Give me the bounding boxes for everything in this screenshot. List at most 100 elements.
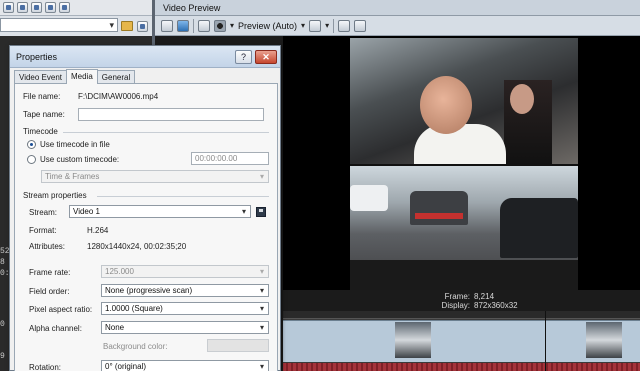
pixel-aspect-label: Pixel aspect ratio:: [29, 305, 93, 314]
attributes-label: Attributes:: [29, 242, 66, 251]
display-value: 872x360x32: [474, 301, 518, 310]
background-color-label: Background color:: [103, 342, 168, 351]
chevron-down-icon: ▾: [259, 267, 264, 276]
stream-dropdown[interactable]: Video 1 ▾: [69, 205, 251, 218]
use-timecode-in-file-label[interactable]: Use timecode in file: [40, 140, 110, 149]
close-button[interactable]: ✕: [255, 50, 277, 64]
use-custom-timecode-label[interactable]: Use custom timecode:: [40, 155, 119, 164]
tab-video-event[interactable]: Video Event: [14, 70, 67, 83]
tape-name-input[interactable]: [78, 108, 264, 121]
chevron-down-icon[interactable]: ▾: [230, 21, 234, 30]
chevron-down-icon: ▾: [259, 362, 264, 371]
chevron-down-icon: ▾: [259, 304, 264, 313]
use-custom-timecode-radio[interactable]: [27, 155, 36, 164]
rotation-label: Rotation:: [29, 363, 62, 371]
use-timecode-in-file-radio[interactable]: [27, 140, 36, 149]
save-stream-icon[interactable]: [256, 207, 266, 217]
dialog-titlebar[interactable]: Properties ? ✕: [10, 46, 280, 68]
chevron-down-icon: ▾: [259, 323, 264, 332]
video-dashboard: [350, 260, 578, 290]
dialog-title: Properties: [16, 52, 58, 62]
timecode-format-value: Time & Frames: [45, 172, 100, 181]
rotation-dropdown[interactable]: 0° (original) ▾: [101, 360, 269, 371]
pixel-aspect-dropdown[interactable]: 1.0000 (Square) ▾: [101, 302, 269, 315]
toolbar-button-5[interactable]: [59, 2, 70, 13]
audio-waveform[interactable]: [283, 363, 640, 371]
help-button[interactable]: ?: [235, 50, 252, 64]
toolbar-button-1[interactable]: [3, 2, 14, 13]
left-toolbar: [0, 0, 152, 16]
external-monitor-icon[interactable]: [177, 19, 189, 32]
path-dropdown[interactable]: [0, 18, 118, 32]
video-car-ahead: [410, 191, 468, 225]
timeline[interactable]: [283, 311, 640, 371]
rotation-value: 0° (original): [105, 362, 146, 371]
group-divider: [63, 132, 269, 133]
tab-bar: Video Event Media General: [14, 69, 136, 84]
use-custom-timecode-row[interactable]: Use custom timecode:: [27, 155, 119, 164]
copy-snapshot-icon[interactable]: [338, 19, 351, 32]
toolbar-separator: [333, 18, 335, 33]
file-name-label: File name:: [23, 92, 61, 101]
timecode-group-title: Timecode: [23, 127, 58, 136]
tape-name-label: Tape name:: [23, 110, 65, 119]
chevron-down-icon[interactable]: ▾: [301, 21, 305, 30]
stream-row: Stream:: [29, 208, 69, 217]
pixel-aspect-value: 1.0000 (Square): [105, 304, 163, 313]
frame-rate-value: 125.000: [105, 267, 134, 276]
media-tab-panel: File name: F:\DCIM\AW0006.mp4 Tape name:…: [14, 83, 278, 371]
video-driver-shirt: [414, 124, 506, 165]
video-preview-toolbar: ▾ Preview (Auto) ▾ ▾: [155, 16, 640, 36]
frame-rate-label: Frame rate:: [29, 268, 71, 277]
timeline-ruler[interactable]: [283, 311, 640, 319]
toolbar-button-4[interactable]: [45, 2, 56, 13]
toolbar-button-3[interactable]: [31, 2, 42, 13]
frame-rate-dropdown[interactable]: 125.000 ▾: [101, 265, 269, 278]
file-name-row: File name: F:\DCIM\AW0006.mp4: [23, 92, 158, 101]
properties-dialog: Properties ? ✕ Video Event Media General…: [9, 45, 281, 371]
stream-value: Video 1: [73, 207, 100, 216]
alpha-channel-row: Alpha channel:: [29, 324, 82, 333]
tab-media[interactable]: Media: [66, 69, 98, 84]
video-car-right: [500, 198, 578, 258]
alpha-channel-dropdown[interactable]: None ▾: [101, 321, 269, 334]
toolbar-separator: [193, 18, 194, 33]
attributes-row: Attributes: 1280x1440x24, 00:02:35;20: [29, 242, 186, 251]
vegas-workspace: 52 8 0: 0 9 Video Preview ▾ Preview (Aut…: [0, 0, 640, 371]
clip-thumbnail[interactable]: [586, 322, 622, 358]
video-passenger-face: [510, 84, 534, 114]
frame-rate-row: Frame rate:: [29, 268, 70, 277]
chevron-down-icon: ▾: [259, 286, 264, 295]
background-color-swatch[interactable]: [207, 339, 269, 352]
tape-name-row: Tape name:: [23, 108, 264, 121]
background-color-row: Background color:: [103, 342, 167, 351]
field-order-dropdown[interactable]: None (progressive scan) ▾: [101, 284, 269, 297]
use-timecode-in-file-row[interactable]: Use timecode in file: [27, 140, 110, 149]
folder-icon[interactable]: [121, 21, 133, 31]
tab-general[interactable]: General: [96, 70, 136, 83]
custom-timecode-input[interactable]: 00:00:00.00: [191, 152, 269, 165]
preview-quality-dropdown[interactable]: Preview (Auto): [238, 21, 297, 31]
chevron-down-icon: ▾: [259, 172, 264, 181]
split-screen-icon[interactable]: [198, 19, 210, 32]
video-fx-icon[interactable]: [214, 19, 226, 32]
file-name-value: F:\DCIM\AW0006.mp4: [78, 92, 159, 101]
alpha-channel-label: Alpha channel:: [29, 324, 82, 333]
views-icon[interactable]: [137, 20, 148, 32]
video-car-white: [350, 185, 388, 211]
project-settings-icon[interactable]: [161, 19, 173, 32]
video-preview-title: Video Preview: [155, 0, 640, 16]
field-order-row: Field order:: [29, 287, 69, 296]
playhead-cursor[interactable]: [545, 311, 546, 371]
chevron-down-icon[interactable]: ▾: [325, 21, 329, 30]
overlays-icon[interactable]: [309, 19, 322, 32]
frame-value: 8,214: [474, 292, 495, 301]
stream-properties-group-title: Stream properties: [23, 191, 87, 200]
toolbar-button-2[interactable]: [17, 2, 28, 13]
clip-thumbnail[interactable]: [395, 322, 431, 358]
save-snapshot-icon[interactable]: [354, 19, 367, 32]
timecode-format-dropdown[interactable]: Time & Frames ▾: [41, 170, 269, 183]
frame-info: Frame: 8,214 Display: 872x360x32: [430, 292, 518, 310]
video-driver-face: [420, 76, 472, 134]
stream-label: Stream:: [29, 208, 58, 217]
